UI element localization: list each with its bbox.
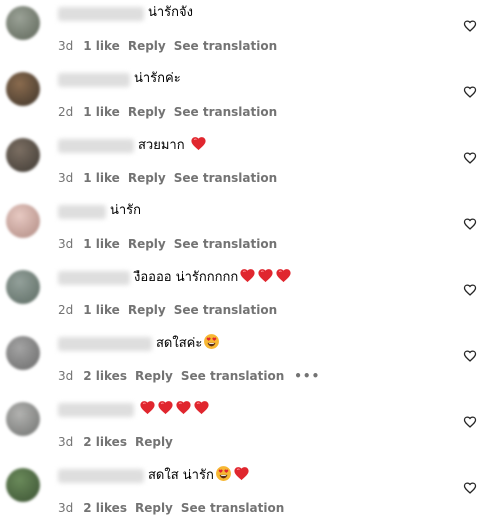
comment-meta: 2d 1 like Reply See translation — [58, 104, 285, 120]
comment-text-content: น่ารัก — [110, 203, 142, 218]
comment-item: สดใส น่ารัก 3d 2 likes Reply See translation — [0, 462, 486, 528]
commenter-avatar[interactable] — [6, 468, 40, 502]
see-translation-button[interactable]: See translation — [181, 501, 284, 515]
more-options-icon[interactable]: ••• — [294, 368, 320, 384]
blurred-username[interactable] — [58, 403, 134, 417]
like-comment-heart-icon[interactable] — [463, 151, 477, 165]
red-heart-emoji — [239, 267, 256, 284]
see-translation-button[interactable]: See translation — [174, 105, 277, 119]
red-heart-emoji — [175, 399, 192, 416]
reply-button[interactable]: Reply — [128, 303, 166, 317]
blurred-username[interactable] — [58, 73, 130, 87]
see-translation-button[interactable]: See translation — [174, 171, 277, 185]
comment-timestamp: 3d — [58, 501, 74, 515]
comment-item: งืออออ น่ารักกกกก 2d 1 like Reply See transl… — [0, 264, 486, 330]
see-translation-button[interactable]: See translation — [181, 369, 284, 383]
like-comment-heart-icon[interactable] — [463, 217, 477, 231]
like-comment-heart-icon[interactable] — [463, 283, 477, 297]
like-comment-heart-icon[interactable] — [463, 481, 477, 495]
commenter-avatar[interactable] — [6, 270, 40, 304]
red-heart-emoji — [233, 465, 250, 482]
likes-count-link[interactable]: 1 like — [83, 105, 120, 119]
see-translation-button[interactable]: See translation — [174, 39, 277, 53]
comment-text-content: งืออออ น่ารักกกกก — [134, 270, 239, 285]
reply-button[interactable]: Reply — [128, 237, 166, 251]
comment-meta: 3d 2 likes Reply See translation ••• — [58, 368, 320, 384]
comment-text-content: สดใสค่ะ — [156, 336, 203, 351]
comment-meta: 2d 1 like Reply See translation — [58, 302, 285, 318]
comment-text: งืออออ น่ารักกกกก — [134, 267, 292, 288]
commenter-avatar[interactable] — [6, 138, 40, 172]
likes-count-link[interactable]: 2 likes — [83, 369, 127, 383]
comment-item: น่ารักจัง 3d 1 like Reply See translation — [0, 0, 486, 66]
comment-meta: 3d 1 like Reply See translation — [58, 236, 285, 252]
red-heart-emoji — [157, 399, 174, 416]
red-heart-emoji — [257, 267, 274, 284]
likes-count-link[interactable]: 1 like — [83, 237, 120, 251]
comment-meta: 3d 1 like Reply See translation — [58, 170, 285, 186]
comment-text: น่ารักจัง — [148, 3, 193, 23]
red-heart-emoji — [275, 267, 292, 284]
reply-button[interactable]: Reply — [128, 105, 166, 119]
reply-button[interactable]: Reply — [128, 171, 166, 185]
comment-text: สดใส น่ารัก — [148, 465, 250, 486]
comment-timestamp: 3d — [58, 369, 74, 383]
comment-meta: 3d 2 likes Reply — [58, 434, 181, 450]
comment-text: น่ารักค่ะ — [134, 69, 181, 89]
reply-button[interactable]: Reply — [135, 501, 173, 515]
comment-timestamp: 3d — [58, 171, 74, 185]
comment-timestamp: 3d — [58, 237, 74, 251]
comment-meta: 3d 1 like Reply See translation — [58, 38, 285, 54]
comment-timestamp: 2d — [58, 105, 74, 119]
blurred-username[interactable] — [58, 7, 144, 21]
see-translation-button[interactable]: See translation — [174, 303, 277, 317]
like-comment-heart-icon[interactable] — [463, 85, 477, 99]
reply-button[interactable]: Reply — [128, 39, 166, 53]
comment-timestamp: 3d — [58, 39, 74, 53]
like-comment-heart-icon[interactable] — [463, 415, 477, 429]
commenter-avatar[interactable] — [6, 6, 40, 40]
comment-text: สดใสค่ะ — [156, 333, 220, 354]
comment-text — [138, 399, 210, 420]
red-heart-emoji — [139, 399, 156, 416]
blurred-username[interactable] — [58, 205, 106, 219]
comment-timestamp: 3d — [58, 435, 74, 449]
blurred-username[interactable] — [58, 337, 152, 351]
see-translation-button[interactable]: See translation — [174, 237, 277, 251]
likes-count-link[interactable]: 2 likes — [83, 501, 127, 515]
comment-text-content: สวยมาก — [138, 138, 189, 153]
commenter-avatar[interactable] — [6, 336, 40, 370]
comment-text-content: น่ารักค่ะ — [134, 71, 181, 86]
comment-text-content: น่ารักจัง — [148, 5, 194, 20]
likes-count-link[interactable]: 2 likes — [83, 435, 127, 449]
likes-count-link[interactable]: 1 like — [83, 171, 120, 185]
commenter-avatar[interactable] — [6, 204, 40, 238]
comment-item: น่ารักค่ะ 2d 1 like Reply See translation — [0, 66, 486, 132]
red-heart-emoji — [193, 399, 210, 416]
comment-timestamp: 2d — [58, 303, 74, 317]
heart-eyes-emoji — [215, 465, 232, 482]
likes-count-link[interactable]: 1 like — [83, 303, 120, 317]
comment-item: สวยมาก 3d 1 like Reply See translation — [0, 132, 486, 198]
blurred-username[interactable] — [58, 469, 144, 483]
comment-text-content: สดใส น่ารัก — [148, 468, 214, 483]
reply-button[interactable]: Reply — [135, 369, 173, 383]
comment-item: 3d 2 likes Reply — [0, 396, 486, 462]
heart-eyes-emoji — [203, 333, 220, 350]
reply-button[interactable]: Reply — [135, 435, 173, 449]
comment-item: สดใสค่ะ 3d 2 likes Reply See translation ••• — [0, 330, 486, 396]
red-heart-emoji — [190, 135, 207, 152]
commenter-avatar[interactable] — [6, 402, 40, 436]
blurred-username[interactable] — [58, 271, 130, 285]
comment-text: สวยมาก — [138, 135, 207, 156]
commenter-avatar[interactable] — [6, 72, 40, 106]
likes-count-link[interactable]: 1 like — [83, 39, 120, 53]
like-comment-heart-icon[interactable] — [463, 349, 477, 363]
comment-item: น่ารัก 3d 1 like Reply See translation — [0, 198, 486, 264]
blurred-username[interactable] — [58, 139, 134, 153]
like-comment-heart-icon[interactable] — [463, 19, 477, 33]
comment-text: น่ารัก — [110, 201, 141, 221]
comment-meta: 3d 2 likes Reply See translation — [58, 500, 292, 516]
